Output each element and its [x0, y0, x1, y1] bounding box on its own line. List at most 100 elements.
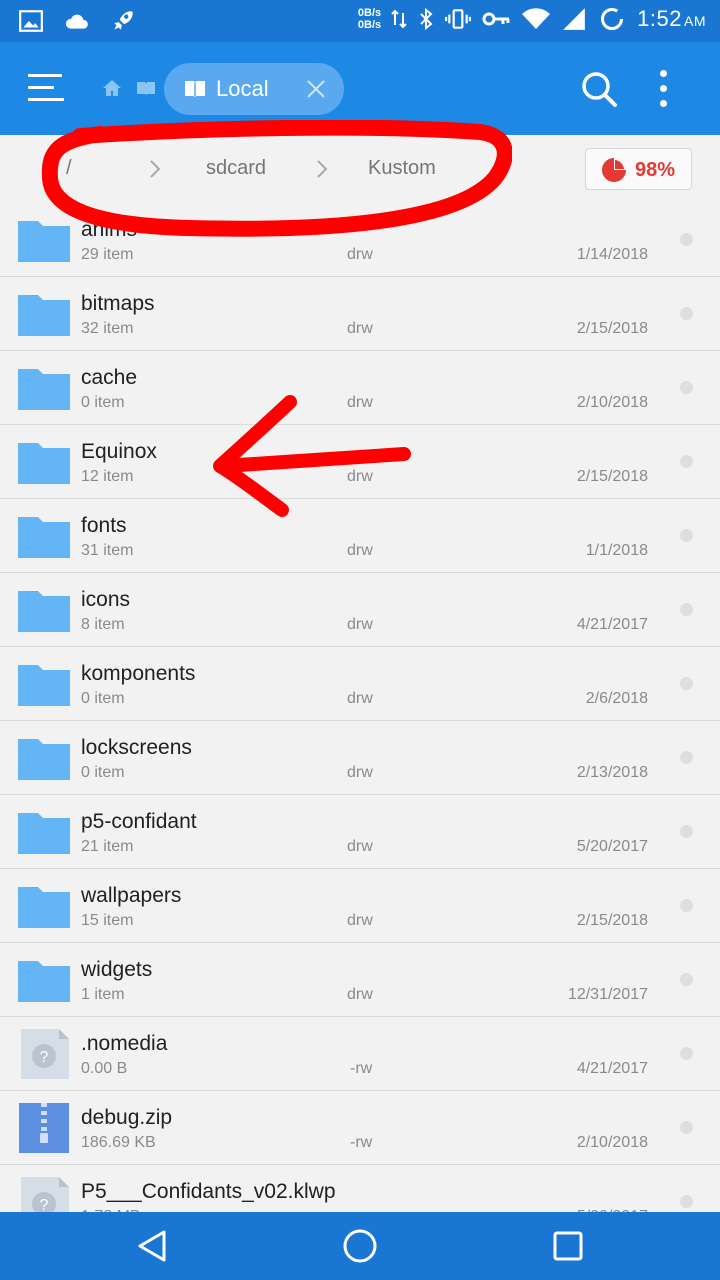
select-dot[interactable] [680, 677, 693, 690]
network-speed: 0B/s 0B/s [358, 7, 381, 31]
recents-icon[interactable] [548, 1226, 588, 1266]
wifi-icon [522, 8, 551, 30]
file-date: 1/14/2018 [576, 246, 648, 263]
file-date: 2/10/2018 [576, 1134, 648, 1151]
select-dot[interactable] [680, 825, 693, 838]
file-name: anims [81, 218, 138, 241]
breadcrumb-kustom[interactable]: Kustom [368, 157, 436, 180]
file-name: bitmaps [81, 292, 155, 315]
pie-chart-icon [602, 158, 626, 182]
file-permissions: drw [347, 246, 373, 263]
file-permissions: drw [347, 468, 373, 485]
gallery-icon [19, 10, 43, 32]
breadcrumb-root[interactable]: / [66, 157, 72, 180]
file-permissions: drw [347, 986, 373, 1003]
home-icon[interactable] [102, 78, 122, 98]
file-name: komponents [81, 662, 196, 685]
more-vert-icon[interactable] [650, 68, 678, 110]
file-permissions: drw [347, 912, 373, 929]
file-permissions: drw [347, 542, 373, 559]
tab-label: Local [216, 76, 269, 101]
storage-icon[interactable] [136, 80, 156, 96]
file-meta: 8 item [81, 616, 125, 633]
list-item[interactable]: anims 29 item drw 1/14/2018 [0, 203, 720, 277]
storage-usage-badge[interactable]: 98% [585, 148, 692, 190]
menu-icon[interactable] [28, 72, 64, 104]
list-item[interactable]: debug.zip 186.69 KB -rw 2/10/2018 [0, 1091, 720, 1165]
list-item[interactable]: icons 8 item drw 4/21/2017 [0, 573, 720, 647]
vibrate-icon [445, 9, 472, 29]
list-item[interactable]: bitmaps 32 item drw 2/15/2018 [0, 277, 720, 351]
rocket-icon [114, 11, 133, 30]
list-item[interactable]: p5-confidant 21 item drw 5/20/2017 [0, 795, 720, 869]
select-dot[interactable] [680, 899, 693, 912]
file-name: fonts [81, 514, 127, 537]
file-date: 12/31/2017 [567, 986, 648, 1003]
list-item[interactable]: komponents 0 item drw 2/6/2018 [0, 647, 720, 721]
folder-icon [18, 739, 70, 780]
select-dot[interactable] [680, 307, 693, 320]
notification-icons [18, 8, 136, 34]
select-dot[interactable] [680, 603, 693, 616]
file-name: .nomedia [81, 1032, 168, 1055]
list-item[interactable]: ? .nomedia 0.00 B -rw 4/21/2017 [0, 1017, 720, 1091]
chevron-right-icon [150, 160, 161, 178]
file-meta: 21 item [81, 838, 134, 855]
unknown-file-icon: ? [21, 1029, 69, 1079]
file-permissions: drw [347, 320, 373, 337]
file-date: 1/1/2018 [585, 542, 648, 559]
select-dot[interactable] [680, 973, 693, 986]
breadcrumb: / sdcard Kustom 98% [0, 135, 720, 205]
tab-local[interactable]: Local [164, 63, 344, 115]
back-icon[interactable] [132, 1226, 172, 1266]
file-name: P5___Confidants_v02.klwp [81, 1180, 336, 1203]
list-item[interactable]: wallpapers 15 item drw 2/15/2018 [0, 869, 720, 943]
close-icon[interactable] [306, 79, 326, 99]
breadcrumb-sdcard[interactable]: sdcard [206, 157, 266, 180]
list-item[interactable]: lockscreens 0 item drw 2/13/2018 [0, 721, 720, 795]
file-meta: 12 item [81, 468, 134, 485]
list-item[interactable]: cache 0 item drw 2/10/2018 [0, 351, 720, 425]
file-meta: 1 item [81, 986, 125, 1003]
file-meta: 0 item [81, 690, 125, 707]
file-date: 2/13/2018 [576, 764, 648, 781]
file-meta: 0 item [81, 764, 125, 781]
folder-icon [18, 443, 70, 484]
select-dot[interactable] [680, 1121, 693, 1134]
file-date: 4/21/2017 [576, 1060, 648, 1077]
vpn-key-icon [482, 12, 510, 26]
app-toolbar: Local [0, 42, 720, 135]
select-dot[interactable] [680, 1047, 693, 1060]
list-item[interactable]: Equinox 12 item drw 2/15/2018 [0, 425, 720, 499]
chevron-right-icon [317, 160, 328, 178]
folder-icon [18, 665, 70, 706]
select-dot[interactable] [680, 1195, 693, 1208]
file-permissions: -rw [350, 1060, 373, 1077]
search-icon[interactable] [580, 70, 618, 108]
file-name: widgets [81, 958, 153, 981]
file-name: icons [81, 588, 131, 611]
file-permissions: drw [347, 764, 373, 781]
file-name: cache [81, 366, 138, 389]
file-permissions: drw [347, 394, 373, 411]
file-meta: 15 item [81, 912, 134, 929]
folder-icon [18, 221, 70, 262]
select-dot[interactable] [680, 455, 693, 468]
svg-text:?: ? [40, 1197, 49, 1212]
storage-percent: 98% [635, 159, 676, 181]
select-dot[interactable] [680, 381, 693, 394]
file-name: lockscreens [81, 736, 192, 759]
file-permissions: drw [347, 690, 373, 707]
select-dot[interactable] [680, 529, 693, 542]
file-meta: 32 item [81, 320, 134, 337]
list-item[interactable]: fonts 31 item drw 1/1/2018 [0, 499, 720, 573]
list-item[interactable]: widgets 1 item drw 12/31/2017 [0, 943, 720, 1017]
file-meta: 186.69 KB [81, 1134, 156, 1151]
home-circle-icon[interactable] [340, 1226, 380, 1266]
list-item[interactable]: ?P5___Confidants_v02.klwp1.78 MB-rw5/20/… [0, 1165, 720, 1212]
select-dot[interactable] [680, 233, 693, 246]
folder-icon [18, 961, 70, 1002]
svg-text:?: ? [40, 1049, 49, 1066]
select-dot[interactable] [680, 751, 693, 764]
unknown-file-icon: ? [21, 1177, 69, 1212]
